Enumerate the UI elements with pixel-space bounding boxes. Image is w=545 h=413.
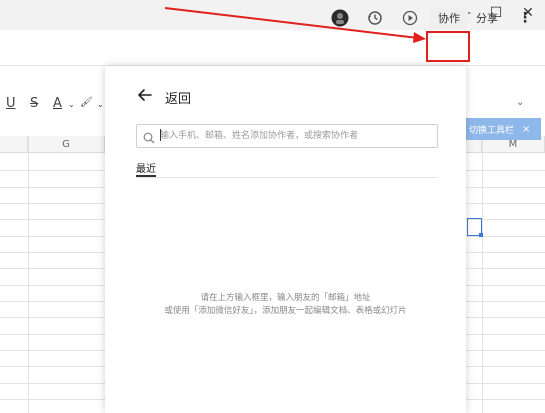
- tab-divider: [136, 177, 438, 178]
- back-label[interactable]: 返回: [165, 88, 191, 107]
- column-header-g[interactable]: G: [28, 136, 105, 153]
- fill-color-icon[interactable]: 🖌: [80, 97, 93, 108]
- fill-color-dropdown-icon[interactable]: ⌄: [97, 100, 104, 109]
- empty-hint-line-2: 或使用「添加微信好友」，添加朋友一起编辑文档、表格或幻灯片: [164, 306, 407, 316]
- toolbar-collapse-icon[interactable]: ⌄: [516, 97, 524, 108]
- tooltip-text: 切换工具栏: [469, 125, 515, 136]
- font-color-dropdown-icon[interactable]: ⌄: [68, 100, 75, 109]
- fill-handle[interactable]: [479, 233, 483, 237]
- annotation-highlight-box: [426, 31, 470, 62]
- strikethrough-button[interactable]: S: [30, 96, 38, 111]
- column-header[interactable]: [0, 136, 28, 153]
- grid-line: [482, 136, 483, 413]
- grid-line: [28, 136, 29, 413]
- tab-recent[interactable]: 最近: [136, 160, 156, 175]
- search-icon: [143, 129, 155, 144]
- text-caret: [160, 129, 161, 141]
- collaboration-panel: [105, 66, 466, 413]
- font-color-button[interactable]: A: [53, 96, 62, 111]
- column-label: G: [62, 138, 70, 150]
- underline-button[interactable]: U: [6, 96, 16, 111]
- collaborator-search-input[interactable]: [160, 126, 434, 146]
- empty-hint-line-1: 请在上方输入框里，输入朋友的「邮箱」地址: [200, 293, 371, 303]
- back-arrow-icon[interactable]: [136, 86, 154, 104]
- column-label: M: [508, 138, 518, 150]
- tooltip-close-icon[interactable]: ×: [522, 124, 530, 135]
